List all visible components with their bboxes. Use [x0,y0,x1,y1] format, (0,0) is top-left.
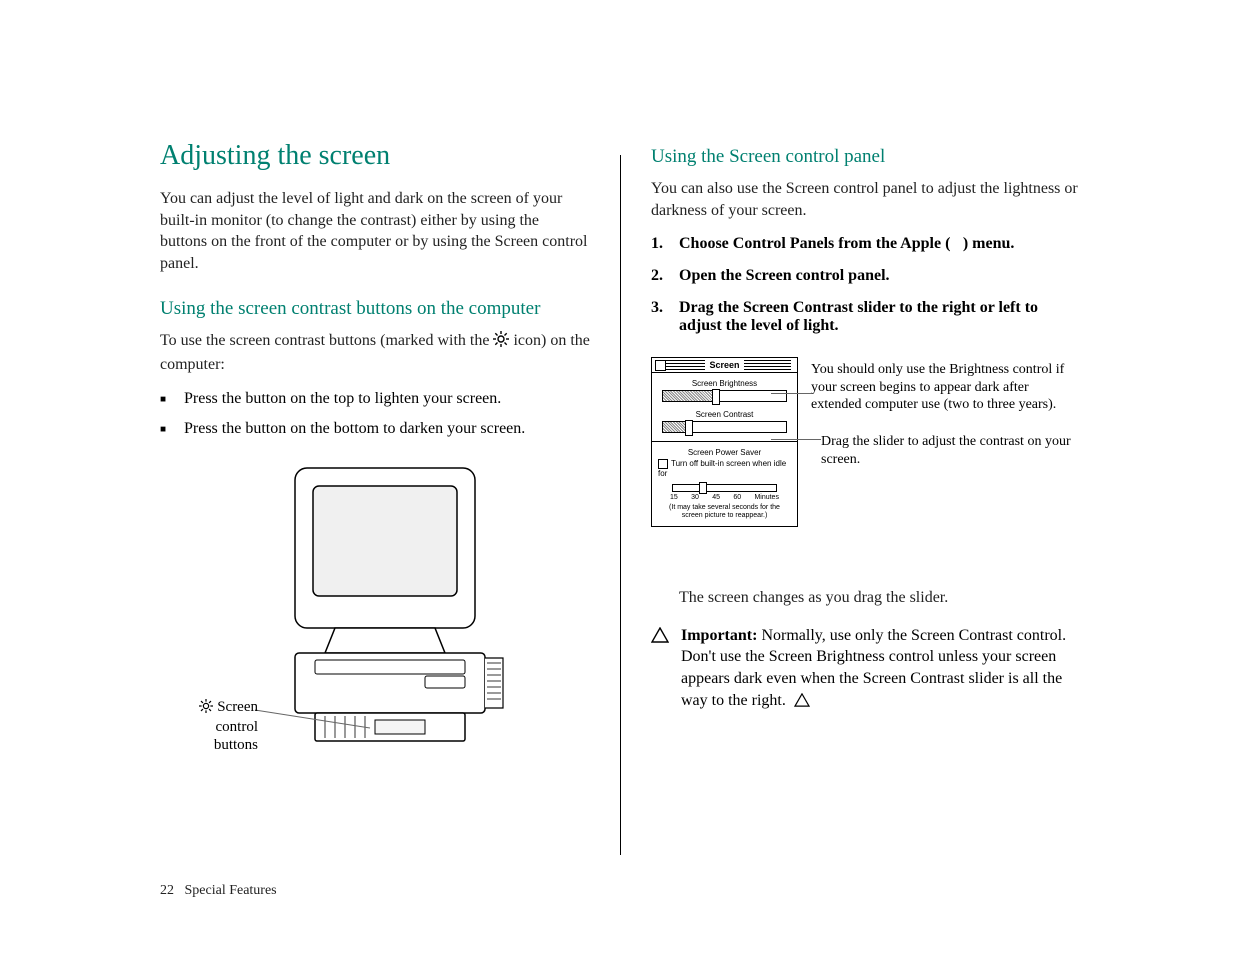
panel-titlebar: Screen [652,358,797,373]
left-column: Adjusting the screen You can adjust the … [160,140,590,855]
callout-contrast: Drag the slider to adjust the contrast o… [821,433,1081,468]
steps-list: Choose Control Panels from the Apple ()… [651,235,1081,335]
intro-paragraph: You can adjust the level of light and da… [160,188,590,274]
idle-scale: 15304560Minutes [670,494,779,501]
page-number: 22 [160,883,174,898]
brightness-icon [199,699,213,718]
contrast-slider [662,421,787,433]
computer-drawing [225,458,525,798]
brightness-label: Screen Brightness [658,379,791,388]
step-item: Drag the Screen Contrast slider to the r… [651,299,1081,335]
after-panel-text: The screen changes as you drag the slide… [679,587,1081,609]
computer-illustration: Screen control buttons [160,458,590,803]
step-item: Choose Control Panels from the Apple ()… [651,235,1081,253]
lead-paragraph: To use the screen contrast buttons (mark… [160,330,590,375]
instruction-bullets: Press the button on the top to lighten y… [160,390,590,438]
step-item: Open the Screen control panel. [651,267,1081,285]
right-column: Using the Screen control panel You can a… [651,140,1081,855]
brightness-slider [662,390,787,402]
figure-label: Screen control buttons [168,698,258,754]
close-icon [655,360,666,371]
page-footer: 22 Special Features [160,883,277,899]
sub-heading-panel: Using the Screen control panel [651,146,1081,168]
contrast-label: Screen Contrast [658,410,791,419]
callout-brightness: You should only use the Brightness contr… [811,361,1071,414]
main-heading: Adjusting the screen [160,140,590,172]
panel-title: Screen [705,360,743,370]
panel-intro: You can also use the Screen control pane… [651,178,1081,221]
panel-figure: Screen Screen Brightness Screen Contrast… [651,357,1081,557]
important-label: Important: [681,627,757,644]
saver-checkbox: Turn off built-in screen when idle for [658,457,791,480]
bullet-item: Press the button on the bottom to darken… [160,420,590,438]
screen-control-panel: Screen Screen Brightness Screen Contrast… [651,357,798,526]
warning-icon [651,625,671,713]
brightness-icon [493,331,509,354]
warning-icon [794,694,810,711]
sub-heading-buttons: Using the screen contrast buttons on the… [160,298,590,320]
section-name: Special Features [185,883,277,898]
bullet-item: Press the button on the top to lighten y… [160,390,590,408]
column-divider [620,155,621,855]
important-note: Important: Normally, use only the Screen… [651,625,1081,713]
saver-note: (It may take several seconds for the scr… [658,504,791,519]
idle-slider [672,484,777,492]
saver-label: Screen Power Saver [658,448,791,457]
